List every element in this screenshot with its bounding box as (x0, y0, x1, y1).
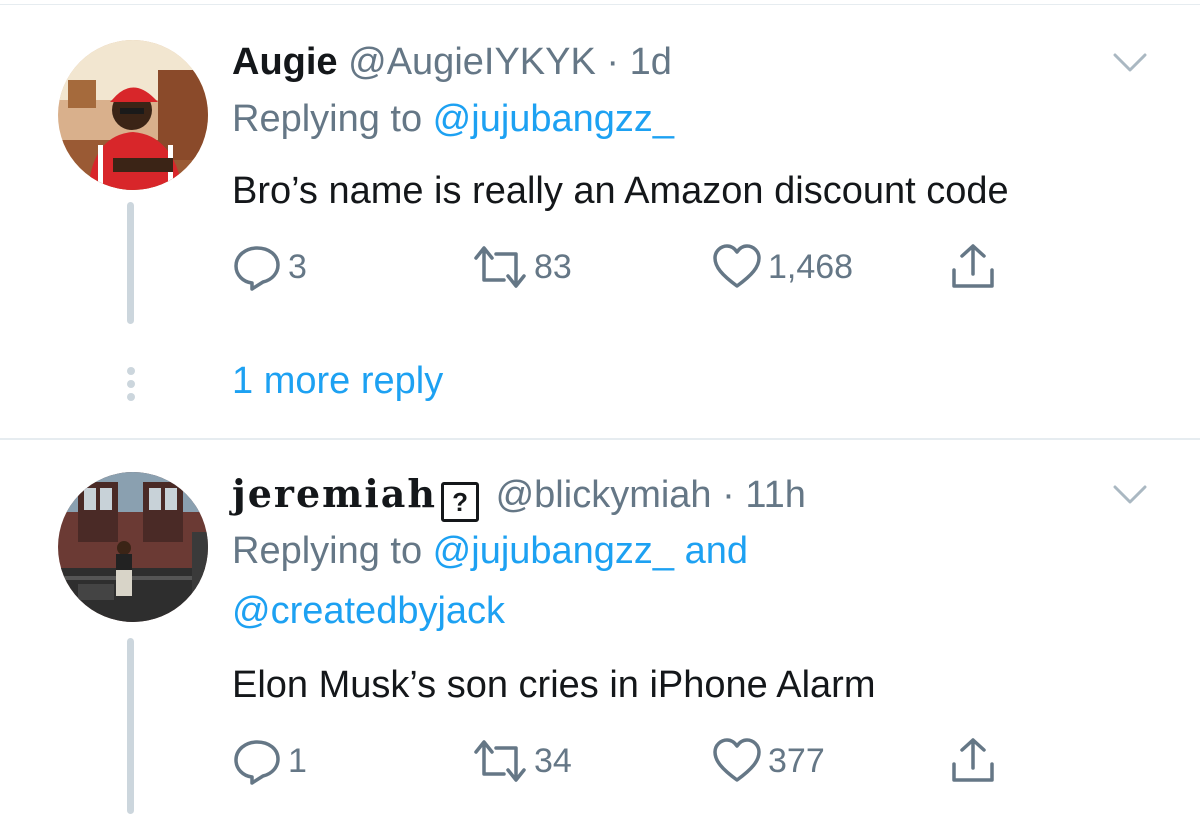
reply-button[interactable]: 1 (232, 736, 307, 786)
like-button[interactable]: 377 (712, 736, 825, 786)
timestamp[interactable]: 1d (630, 41, 672, 83)
like-count: 377 (768, 742, 825, 780)
avatar[interactable] (58, 472, 208, 622)
share-button[interactable] (948, 736, 998, 786)
replying-to-label: Replying to (232, 530, 433, 572)
conversation-thread: Augie @AugieIYKYK · 1d Replying to @juju… (0, 0, 1200, 814)
retweet-count: 83 (534, 248, 572, 286)
avatar[interactable] (58, 40, 208, 190)
retweet-icon (474, 246, 526, 288)
like-button[interactable]: 1,468 (712, 242, 853, 292)
emoji-badge: ? (441, 482, 480, 522)
display-name[interactable]: jeremiah (232, 471, 437, 516)
reply-icon (234, 740, 280, 785)
handle[interactable]: @blickymiah (496, 474, 712, 516)
mention-link[interactable]: @jujubangzz_ (433, 530, 674, 572)
tweet-text: Bro’s name is really an Amazon discount … (232, 170, 1009, 212)
tweet-actions: 1 34 377 (232, 736, 1032, 786)
reply-count: 3 (288, 248, 307, 286)
tweet-augie[interactable]: Augie @AugieIYKYK · 1d Replying to @juju… (0, 0, 1200, 438)
timestamp[interactable]: 11h (745, 474, 806, 516)
separator: · (606, 41, 620, 83)
tweet-header: jeremiah? @blickymiah · 11h (232, 471, 806, 522)
tweet-actions: 3 83 1,468 (232, 242, 1032, 292)
chevron-down-icon[interactable] (1112, 52, 1148, 74)
reply-icon (234, 246, 280, 291)
thread-line (127, 202, 134, 324)
reply-count: 1 (288, 742, 307, 780)
more-dots-icon (127, 367, 135, 401)
mention-join[interactable]: and (674, 530, 748, 572)
retweet-icon (474, 740, 526, 782)
reply-button[interactable]: 3 (232, 242, 307, 292)
avatar-image (58, 40, 208, 190)
handle[interactable]: @AugieIYKYK (348, 41, 596, 83)
tweet-jeremiah[interactable]: jeremiah? @blickymiah · 11h Replying to … (0, 440, 1200, 814)
share-button[interactable] (948, 242, 998, 292)
like-count: 1,468 (768, 248, 854, 286)
mention-link[interactable]: @jujubangzz_ (433, 98, 674, 140)
like-icon (713, 244, 761, 288)
separator: · (722, 474, 735, 516)
replying-to: Replying to @jujubangzz_ and (232, 528, 748, 574)
mention-link[interactable]: @createdbyjack (232, 590, 505, 632)
display-name[interactable]: Augie (232, 41, 338, 83)
share-icon (952, 738, 994, 782)
retweet-button[interactable]: 83 (472, 242, 572, 292)
more-replies-link[interactable]: 1 more reply (232, 358, 443, 404)
tweet-text: Elon Musk’s son cries in iPhone Alarm (232, 664, 876, 706)
retweet-button[interactable]: 34 (472, 736, 572, 786)
avatar-image (58, 472, 208, 622)
like-icon (713, 738, 761, 782)
tweet-header: Augie @AugieIYKYK · 1d (232, 40, 672, 84)
replying-to: Replying to @jujubangzz_ (232, 96, 674, 142)
thread-line (127, 638, 134, 814)
replying-to-continued: @createdbyjack (232, 588, 505, 634)
replying-to-label: Replying to (232, 98, 433, 140)
share-icon (952, 244, 994, 288)
chevron-down-icon[interactable] (1112, 484, 1148, 506)
retweet-count: 34 (534, 742, 572, 780)
